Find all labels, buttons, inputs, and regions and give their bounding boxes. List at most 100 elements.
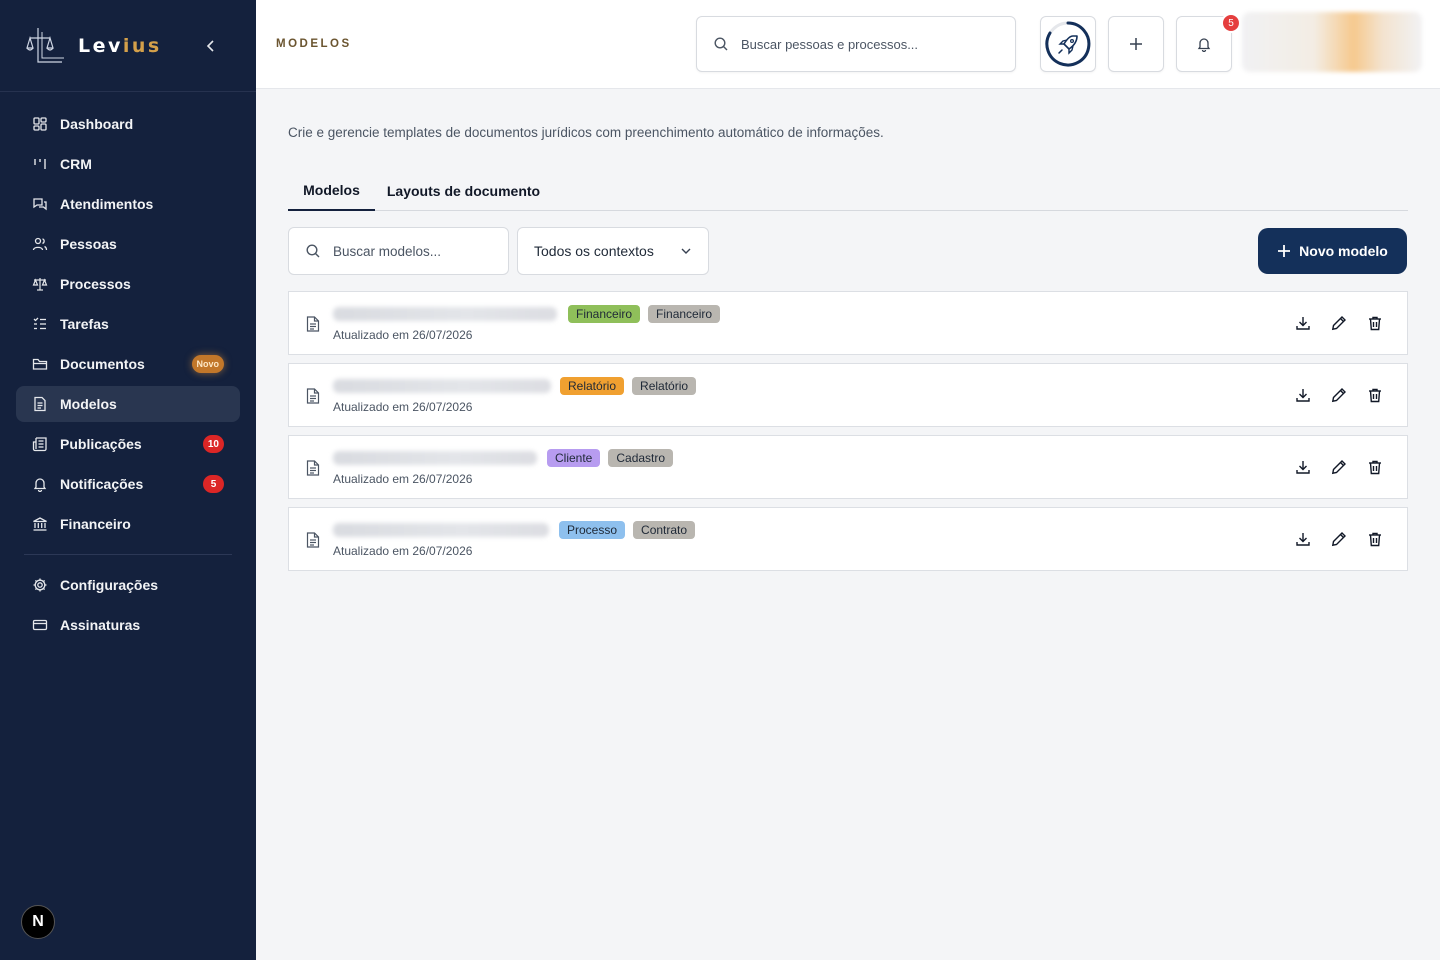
pencil-icon: [1331, 460, 1346, 475]
delete-button[interactable]: [1367, 458, 1383, 476]
models-search-input[interactable]: [333, 243, 493, 259]
edit-button[interactable]: [1331, 386, 1347, 404]
edit-button[interactable]: [1331, 314, 1347, 332]
sidebar-item-label: Processos: [60, 276, 131, 292]
notifications-button[interactable]: 5: [1176, 13, 1241, 72]
delete-button[interactable]: [1367, 314, 1383, 332]
pencil-icon: [1331, 316, 1346, 331]
document-icon: [306, 388, 320, 404]
sidebar-item-pessoas[interactable]: Pessoas: [16, 226, 240, 262]
sidebar-item-crm[interactable]: CRM: [16, 146, 240, 182]
row-actions: [1295, 458, 1383, 476]
brand: Levius: [0, 0, 256, 92]
edit-button[interactable]: [1331, 530, 1347, 548]
page-title: MODELOS: [276, 38, 352, 50]
model-name-redacted: [333, 379, 551, 393]
sidebar-item-configuracoes[interactable]: Configurações: [16, 567, 240, 603]
model-updated-date: Atualizado em 26/07/2026: [333, 328, 473, 342]
next-dev-indicator-button[interactable]: N: [21, 905, 55, 939]
download-button[interactable]: [1295, 458, 1311, 476]
new-model-button[interactable]: Novo modelo: [1258, 228, 1407, 274]
context-tag: Cliente: [547, 449, 601, 467]
collapse-sidebar-button[interactable]: [203, 37, 219, 55]
download-icon: [1296, 389, 1310, 402]
sidebar-item-assinaturas[interactable]: Assinaturas: [16, 607, 240, 643]
sidebar-item-processos[interactable]: Processos: [16, 266, 240, 302]
model-tags: Relatório Relatório: [560, 377, 697, 395]
model-updated-date: Atualizado em 26/07/2026: [333, 544, 473, 558]
bell-icon: [32, 476, 48, 492]
user-profile-menu[interactable]: [1242, 12, 1422, 72]
sidebar-item-tarefas[interactable]: Tarefas: [16, 306, 240, 342]
list-item[interactable]: Processo Contrato Atualizado em 26/07/20…: [288, 507, 1408, 571]
context-tag: Relatório: [560, 377, 625, 395]
list-item[interactable]: Financeiro Financeiro Atualizado em 26/0…: [288, 291, 1408, 355]
download-icon: [1296, 461, 1310, 474]
list-item[interactable]: Relatório Relatório Atualizado em 26/07/…: [288, 363, 1408, 427]
sidebar-divider: [24, 554, 232, 555]
delete-button[interactable]: [1367, 386, 1383, 404]
models-list: Financeiro Financeiro Atualizado em 26/0…: [288, 291, 1408, 579]
context-filter-select[interactable]: Todos os contextos: [517, 227, 709, 275]
global-search-input[interactable]: [741, 36, 991, 52]
search-icon: [306, 244, 320, 258]
model-name-redacted: [333, 307, 557, 321]
sidebar-item-label: Notificações: [60, 476, 144, 492]
chevron-left-icon: [206, 40, 214, 52]
download-button[interactable]: [1295, 530, 1311, 548]
tab-modelos[interactable]: Modelos: [288, 171, 375, 211]
model-name-redacted: [333, 451, 537, 465]
users-icon: [32, 236, 48, 252]
gear-icon: [32, 577, 48, 593]
model-tags: Cliente Cadastro: [547, 449, 674, 467]
dashboard-icon: [32, 116, 48, 132]
sidebar-item-publicacoes[interactable]: Publicações 10: [16, 426, 240, 462]
download-icon: [1296, 533, 1310, 546]
row-actions: [1295, 314, 1383, 332]
sidebar-item-label: Documentos: [60, 356, 145, 372]
sidebar-item-notificacoes[interactable]: Notificações 5: [16, 466, 240, 502]
onboarding-rocket-button[interactable]: [1040, 16, 1096, 72]
download-button[interactable]: [1295, 386, 1311, 404]
sidebar-item-label: Assinaturas: [60, 617, 141, 633]
category-tag: Contrato: [633, 521, 696, 539]
sidebar-item-label: CRM: [60, 156, 92, 172]
sidebar-item-dashboard[interactable]: Dashboard: [16, 106, 240, 142]
sidebar-item-label: Configurações: [60, 577, 159, 593]
search-icon: [714, 37, 728, 51]
sidebar-item-atendimentos[interactable]: Atendimentos: [16, 186, 240, 222]
kanban-icon: [32, 156, 48, 172]
sidebar-item-label: Financeiro: [60, 516, 131, 532]
sidebar-item-label: Publicações: [60, 436, 142, 452]
edit-button[interactable]: [1331, 458, 1347, 476]
sidebar-item-label: Dashboard: [60, 116, 134, 132]
tabs: Modelos Layouts de documento: [288, 171, 1408, 211]
scale-icon: [32, 276, 48, 292]
credit-card-icon: [32, 617, 48, 633]
tab-layouts-de-documento[interactable]: Layouts de documento: [375, 171, 552, 211]
document-icon: [306, 532, 320, 548]
context-filter-value: Todos os contextos: [534, 243, 654, 259]
trash-icon: [1369, 460, 1381, 475]
trash-icon: [1369, 316, 1381, 331]
chevron-down-icon: [681, 248, 691, 254]
model-updated-date: Atualizado em 26/07/2026: [333, 400, 473, 414]
plus-icon: [1130, 38, 1142, 50]
tasks-icon: [32, 316, 48, 332]
category-tag: Cadastro: [608, 449, 674, 467]
row-actions: [1295, 530, 1383, 548]
sidebar-item-documentos[interactable]: Documentos Novo: [16, 346, 240, 382]
model-name-redacted: [333, 523, 549, 537]
sidebar-item-modelos[interactable]: Modelos: [16, 386, 240, 422]
global-search[interactable]: [696, 16, 1016, 72]
category-tag: Relatório: [632, 377, 697, 395]
download-button[interactable]: [1295, 314, 1311, 332]
sidebar-item-financeiro[interactable]: Financeiro: [16, 506, 240, 542]
models-search[interactable]: [288, 227, 509, 275]
quick-add-button[interactable]: [1108, 16, 1164, 72]
scales-logo-icon: [26, 27, 64, 63]
top-header: MODELOS 5: [256, 0, 1440, 89]
trash-icon: [1369, 388, 1381, 403]
list-item[interactable]: Cliente Cadastro Atualizado em 26/07/202…: [288, 435, 1408, 499]
delete-button[interactable]: [1367, 530, 1383, 548]
